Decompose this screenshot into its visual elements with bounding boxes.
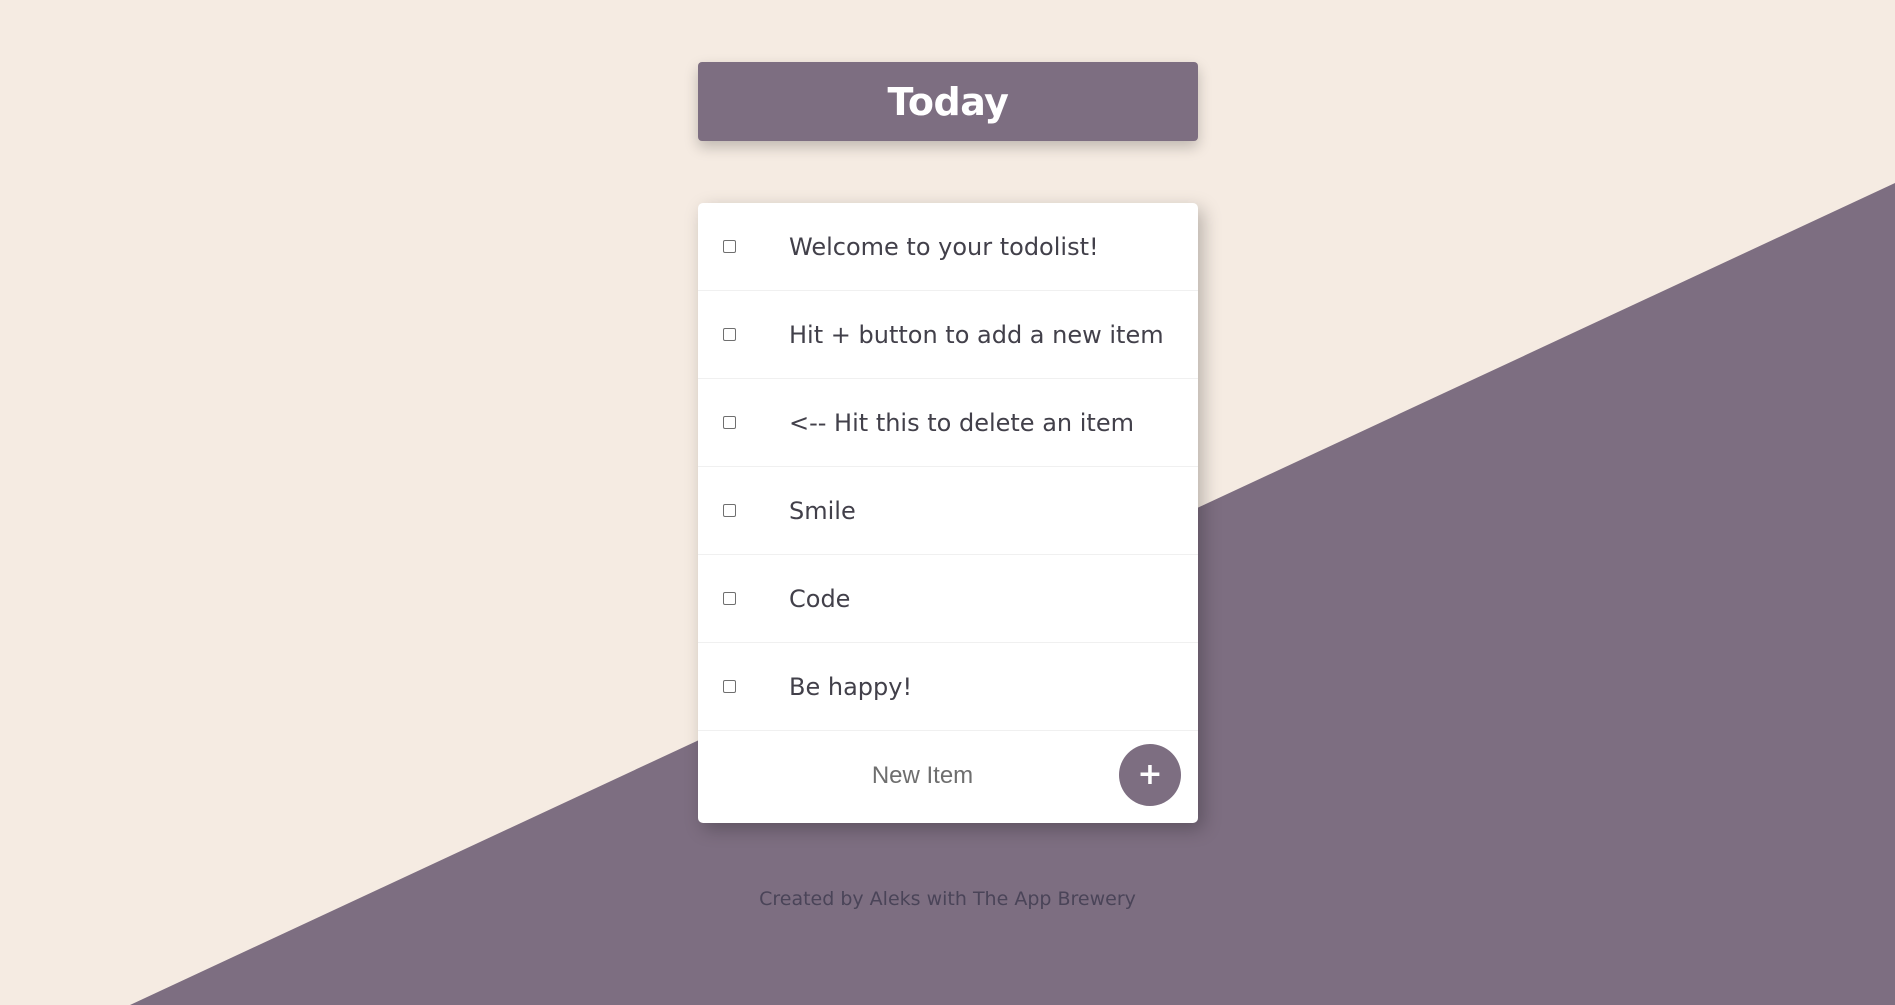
list-item: Be happy! — [698, 643, 1198, 731]
plus-icon: + — [1137, 757, 1163, 792]
list-item-label: <-- Hit this to delete an item — [789, 408, 1134, 437]
footer-credit: Created by Aleks with The App Brewery — [759, 888, 1136, 910]
list-item-label: Smile — [789, 496, 856, 525]
list-item-label: Be happy! — [789, 672, 913, 701]
checkbox[interactable] — [723, 327, 736, 341]
new-item-input[interactable] — [798, 751, 1047, 801]
page-title: Today — [887, 79, 1009, 124]
checkbox[interactable] — [723, 503, 736, 517]
list-item-label: Welcome to your todolist! — [789, 232, 1099, 261]
list-item: Hit + button to add a new item — [698, 291, 1198, 379]
list-item-label: Hit + button to add a new item — [789, 320, 1164, 349]
checkbox[interactable] — [723, 679, 736, 693]
add-item-button[interactable]: + — [1119, 744, 1181, 806]
list-item: Smile — [698, 467, 1198, 555]
list-item-label: Code — [789, 584, 851, 613]
checkbox[interactable] — [723, 591, 736, 605]
page-header: Today — [698, 62, 1198, 141]
list-item: Code — [698, 555, 1198, 643]
list-item: Welcome to your todolist! — [698, 203, 1198, 291]
checkbox[interactable] — [723, 239, 736, 253]
list-item: <-- Hit this to delete an item — [698, 379, 1198, 467]
new-item-form: + — [698, 731, 1198, 821]
todo-list-card: Welcome to your todolist! Hit + button t… — [698, 203, 1198, 823]
checkbox[interactable] — [723, 415, 736, 429]
